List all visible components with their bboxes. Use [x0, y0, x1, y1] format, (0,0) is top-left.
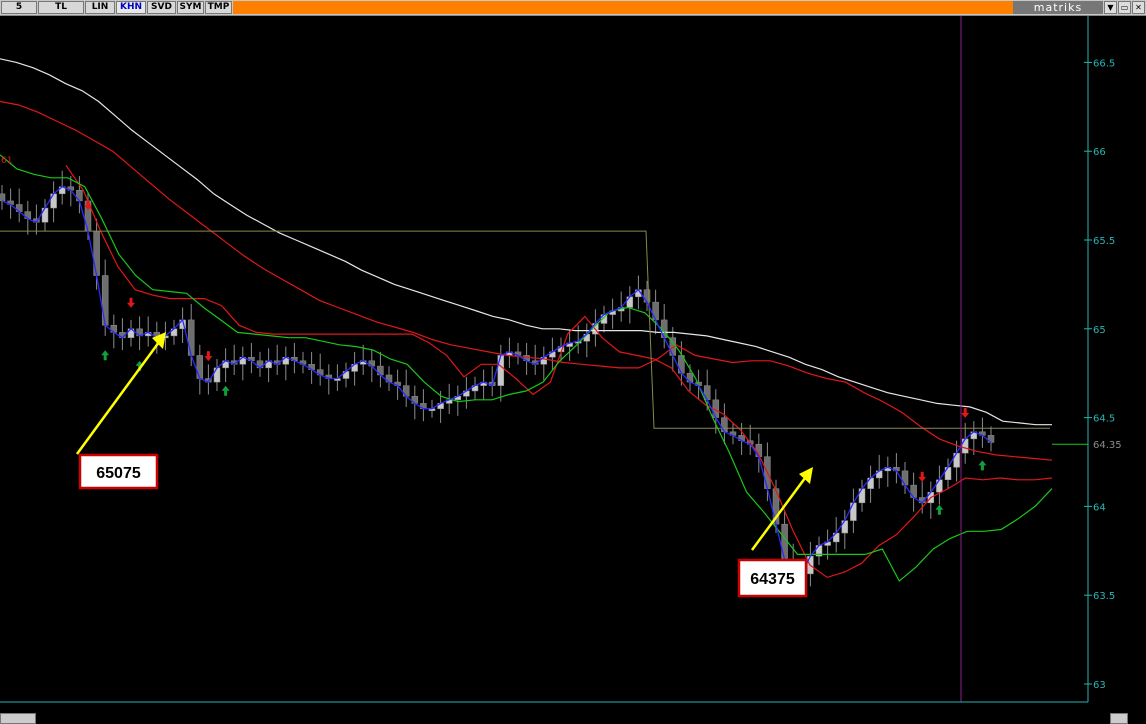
sell-arrow-icon	[961, 407, 970, 418]
series-line-red-upper	[0, 100, 1053, 461]
candle-body	[721, 417, 728, 433]
candle-body	[858, 488, 866, 504]
candle-body	[910, 484, 917, 498]
annotation-left: 65075	[75, 332, 166, 490]
y-tick-label: 66.5	[1093, 58, 1115, 69]
candle-body	[497, 355, 505, 386]
candle-body	[41, 207, 49, 223]
y-tick-label: 64	[1093, 502, 1106, 513]
candle-body	[652, 301, 659, 321]
candle-body	[944, 467, 952, 481]
series-line-white	[0, 58, 1052, 426]
candle-body	[850, 502, 857, 521]
series-line-green	[0, 154, 1053, 582]
buy-arrow-icon	[221, 385, 230, 396]
buy-arrow-icon	[101, 350, 110, 361]
indicator-lines	[0, 58, 1053, 583]
annotation-left-label: 65075	[96, 465, 141, 482]
tmp-button[interactable]: TMP	[205, 1, 232, 14]
annotation-right-label: 64375	[750, 571, 795, 588]
y-axis: 66.5 66 65.5 65 64.5 64 63.5 63 64.35	[1052, 58, 1122, 691]
candle-body	[936, 479, 943, 493]
candle-body	[0, 193, 6, 202]
candle-body	[953, 452, 960, 468]
candle-body	[101, 275, 109, 326]
candle-body	[841, 520, 849, 534]
close-icon[interactable]: ✕	[1132, 1, 1145, 14]
candle-body	[50, 193, 57, 209]
symbol-bar	[233, 1, 1013, 14]
dropdown-icon[interactable]: ▼	[1104, 1, 1117, 14]
y-tick-label: 64.5	[1093, 414, 1115, 425]
sym-button[interactable]: SYM	[177, 1, 204, 14]
y-tick-label: 65.5	[1093, 236, 1115, 247]
candle-body	[196, 355, 204, 379]
candle-body	[703, 385, 711, 401]
candle-body	[93, 230, 100, 276]
candle-body	[781, 523, 788, 560]
status-left-box[interactable]	[0, 713, 36, 724]
y-tick-label: 63	[1093, 680, 1106, 691]
y-tick-label: 65	[1093, 325, 1106, 336]
last-price-label: 64.35	[1093, 440, 1122, 451]
buy-arrow-icon	[935, 504, 944, 515]
y-tick-label: 66	[1093, 147, 1106, 158]
sell-arrow-icon	[127, 297, 135, 308]
candle-body	[187, 319, 195, 356]
y-tick-label: 63.5	[1093, 591, 1115, 602]
timeframe-5-button[interactable]: 5	[1, 1, 37, 14]
series-line-olive	[0, 230, 1050, 429]
price-chart[interactable]: 66.5 66 65.5 65 64.5 64 63.5 63 64.35 61 65075 6…	[0, 16, 1146, 711]
candles	[0, 170, 995, 597]
svd-button[interactable]: SVD	[147, 1, 176, 14]
restore-icon[interactable]: ▭	[1118, 1, 1131, 14]
linear-scale-button[interactable]: LIN	[85, 1, 115, 14]
buy-arrow-icon	[978, 460, 987, 471]
candle-body	[213, 367, 221, 383]
status-right-box[interactable]	[1110, 713, 1128, 724]
brand-logo: matriks	[1013, 1, 1103, 14]
candle-body	[901, 470, 909, 486]
candle-body	[961, 438, 969, 454]
sell-arrow-icon	[204, 351, 213, 362]
indicator-label: 61	[1, 156, 12, 166]
currency-tl-button[interactable]: TL	[38, 1, 84, 14]
chart-toolbar: 5 TL LIN KHN SVD SYM TMP matriks ▼ ▭ ✕	[0, 0, 1146, 16]
sell-arrow-icon	[918, 471, 927, 482]
khn-button[interactable]: KHN	[116, 1, 146, 14]
